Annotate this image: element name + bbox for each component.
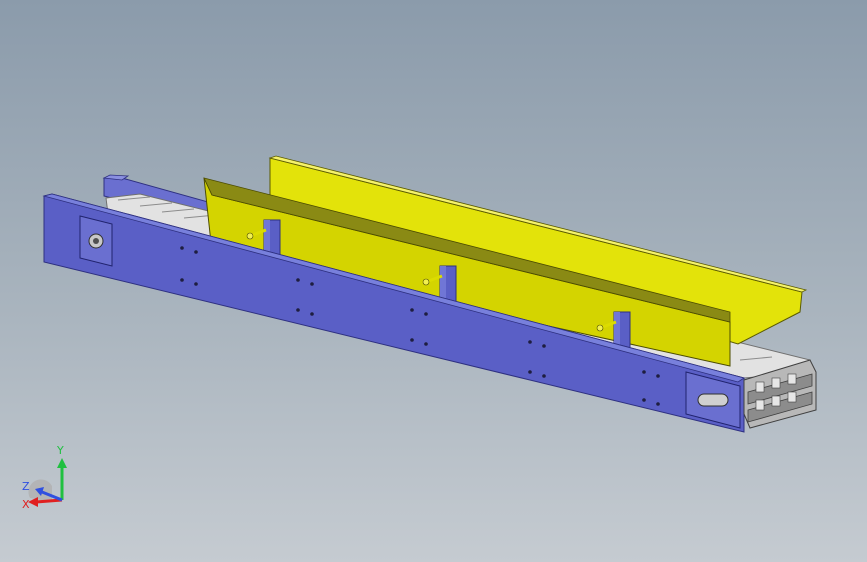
x-axis-label: X: [22, 498, 30, 511]
coordinate-triad: Y Z X: [22, 444, 67, 511]
right-tensioner-slot: [697, 393, 729, 407]
cad-graphics-viewport[interactable]: Y Z X: [0, 0, 867, 562]
x-axis-line: [35, 498, 63, 504]
z-axis-label: Z: [22, 480, 30, 493]
conveyor-model[interactable]: [0, 0, 867, 562]
y-axis-arrow-icon: [57, 458, 67, 468]
y-axis-label: Y: [56, 444, 64, 457]
